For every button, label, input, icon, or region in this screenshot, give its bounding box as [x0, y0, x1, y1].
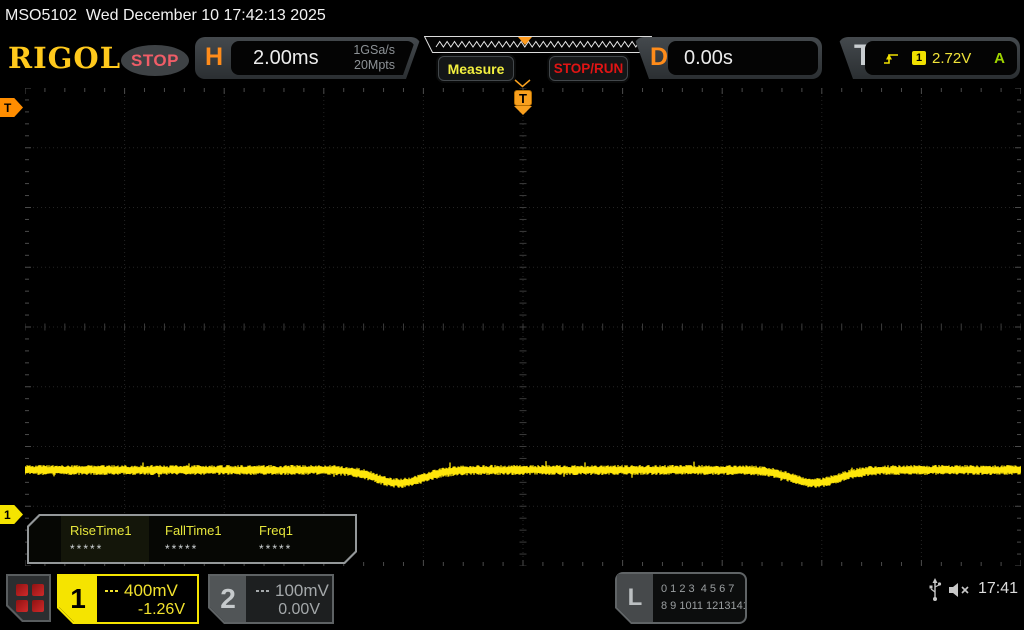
trigger-level-marker[interactable]: T — [0, 98, 23, 117]
measurement-value: ***** — [70, 542, 104, 556]
measurement-value: ***** — [165, 542, 199, 556]
h-panel-letter: H — [205, 43, 224, 71]
horizontal-panel[interactable]: H 2.00ms 1GSa/s 20Mpts — [195, 37, 421, 79]
measurement-label: RiseTime1 — [70, 523, 132, 538]
trigger-panel[interactable]: T 1 2.72V A — [838, 37, 1020, 79]
d-panel-inner: 0.00s — [668, 41, 818, 75]
header-bar: RIGOL STOP H 2.00ms 1GSa/s 20Mpts Measur… — [0, 33, 1024, 85]
logic-channels-row2: 8 9 1011 12131415 — [661, 600, 755, 612]
measurement-label: Freq1 — [259, 523, 293, 538]
measurement-item[interactable]: FallTime1 ***** — [165, 523, 222, 556]
trigger-position-chevron-icon — [514, 79, 531, 88]
channel1-offset: -1.26V — [137, 601, 185, 618]
channel2-number: 2 — [210, 576, 246, 622]
channel1-waveform-trace — [25, 461, 1021, 488]
logic-label: L — [617, 574, 653, 622]
stop-run-button[interactable]: STOP/RUN — [549, 56, 628, 81]
d-panel-letter: D — [650, 43, 669, 71]
delay-value: 0.00s — [684, 47, 733, 69]
logic-badge-body: L 0 1 2 3 4 5 6 7 8 9 1011 12131415 — [617, 574, 745, 622]
channel2-badge[interactable]: 2 100mV 0.00V — [208, 574, 334, 624]
measure-button[interactable]: Measure — [438, 56, 514, 81]
measurement-results-panel[interactable]: RiseTime1 ***** FallTime1 ***** Freq1 **… — [27, 514, 357, 564]
trigger-level-value: 2.72V — [932, 50, 972, 67]
stop-run-button-label: STOP/RUN — [553, 61, 624, 76]
measurement-item[interactable]: Freq1 ***** — [259, 523, 293, 556]
trigger-source-badge: 1 — [912, 51, 926, 65]
measurement-item[interactable]: RiseTime1 ***** — [70, 523, 132, 556]
channel2-badge-body: 2 100mV 0.00V — [210, 576, 332, 622]
run-state-label: STOP — [131, 50, 179, 70]
dc-coupling-icon — [256, 590, 270, 592]
clock-time: 17:41 — [978, 580, 1019, 597]
bottom-status-bar: 1 400mV -1.26V 2 100mV 0.00V L 0 1 2 3 4… — [0, 566, 1024, 630]
waveform-display-area — [25, 88, 1021, 566]
timebase-value: 2.00ms — [253, 47, 319, 69]
logic-analyzer-badge[interactable]: L 0 1 2 3 4 5 6 7 8 9 1011 12131415 — [615, 572, 747, 624]
memory-position-bar[interactable] — [424, 36, 652, 53]
channel2-scale: 100mV — [275, 581, 329, 600]
run-state-indicator[interactable]: STOP — [121, 45, 189, 76]
acquisition-info: 1GSa/s 20Mpts — [353, 43, 395, 73]
menu-grid-button[interactable] — [6, 574, 51, 622]
trigger-position-pin-tip — [514, 106, 532, 115]
h-panel-inner: 2.00ms 1GSa/s 20Mpts — [231, 41, 415, 75]
t-panel-inner: 1 2.72V A — [865, 41, 1017, 75]
channel1-number: 1 — [59, 576, 97, 622]
top-status-bar: MSO5102 Wed December 10 17:42:13 2025 — [0, 0, 1024, 33]
delay-panel[interactable]: D 0.00s — [634, 37, 822, 79]
channel1-level-marker[interactable]: 1 — [0, 505, 23, 524]
channel2-offset: 0.00V — [278, 601, 320, 618]
logic-channels-row1: 0 1 2 3 4 5 6 7 — [661, 583, 735, 595]
trigger-mode-auto: A — [994, 50, 1005, 67]
memory-depth: 20Mpts — [354, 58, 395, 72]
channel1-badge-body: 1 400mV -1.26V — [59, 576, 197, 622]
trigger-position-pin[interactable]: T — [514, 90, 532, 106]
rising-edge-trigger-icon — [884, 54, 898, 64]
measure-button-label: Measure — [447, 60, 505, 77]
channel1-scale: 400mV — [124, 581, 178, 600]
usb-icon — [929, 578, 942, 601]
model-and-datetime: MSO5102 Wed December 10 17:42:13 2025 — [5, 7, 326, 24]
measurement-label: FallTime1 — [165, 523, 222, 538]
rigol-logo: RIGOL — [8, 41, 122, 75]
speaker-muted-icon[interactable] — [948, 581, 974, 599]
menu-grid-icon — [8, 576, 49, 620]
measurement-value: ***** — [259, 542, 293, 556]
sample-rate: 1GSa/s — [353, 43, 395, 57]
measurement-panel-body: RiseTime1 ***** FallTime1 ***** Freq1 **… — [29, 516, 355, 562]
dc-coupling-icon — [105, 590, 119, 592]
channel1-badge[interactable]: 1 400mV -1.26V — [57, 574, 199, 624]
